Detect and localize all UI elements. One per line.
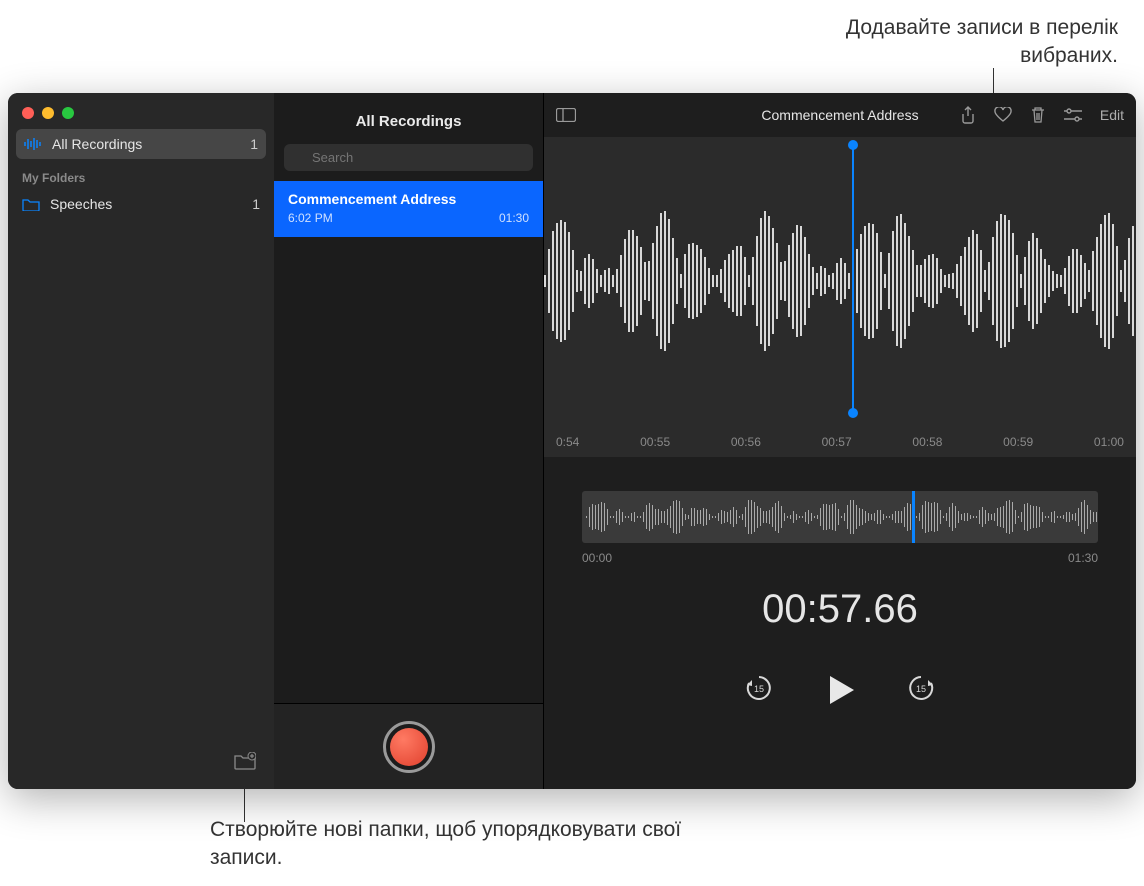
heart-icon <box>994 107 1012 123</box>
skip-forward-button[interactable]: 15 <box>906 673 936 708</box>
delete-button[interactable] <box>1030 106 1046 124</box>
sidebar-item-all-recordings[interactable]: All Recordings 1 <box>16 129 266 159</box>
sidebar-section-header: My Folders <box>8 159 274 189</box>
new-folder-icon <box>234 752 256 770</box>
overview-times: 00:00 01:30 <box>582 551 1098 565</box>
recording-list-column: All Recordings Commencement Address 6:02… <box>274 93 544 789</box>
waveform-icon <box>24 137 42 151</box>
sidebar: All Recordings 1 My Folders Speeches 1 <box>8 93 274 789</box>
toggle-sidebar-button[interactable] <box>556 108 576 122</box>
recording-time: 6:02 PM <box>288 211 333 225</box>
list-header-title: All Recordings <box>274 93 543 144</box>
skip-back-button[interactable]: 15 <box>744 673 774 708</box>
transport-controls: 15 15 <box>544 672 1136 708</box>
overview-start-label: 00:00 <box>582 551 612 565</box>
search-box <box>284 144 533 171</box>
search-input[interactable] <box>284 144 533 171</box>
maximize-window-button[interactable] <box>62 107 74 119</box>
detail-toolbar: Commencement Address Edit <box>544 93 1136 137</box>
svg-text:15: 15 <box>916 684 926 694</box>
current-time-display: 00:57.66 <box>544 587 1136 632</box>
waveform-main[interactable]: 0:54 00:55 00:56 00:57 00:58 00:59 01:00 <box>544 137 1136 457</box>
share-button[interactable] <box>960 106 976 124</box>
callout-new-folder: Створюйте нові папки, щоб упорядковувати… <box>210 816 710 873</box>
ruler-tick: 00:55 <box>640 435 670 449</box>
overview-bars <box>586 497 1094 537</box>
play-button[interactable] <box>822 672 858 708</box>
favorite-button[interactable] <box>994 107 1012 123</box>
sidebar-item-count: 1 <box>250 136 258 152</box>
playhead[interactable] <box>852 145 854 413</box>
close-window-button[interactable] <box>22 107 34 119</box>
record-button[interactable] <box>383 721 435 773</box>
recording-title: Commencement Address <box>288 191 529 207</box>
overview-playhead[interactable] <box>912 491 915 543</box>
detail-column: Commencement Address Edit <box>544 93 1136 789</box>
overview-end-label: 01:30 <box>1068 551 1098 565</box>
svg-text:15: 15 <box>754 684 764 694</box>
sidebar-toggle-icon <box>556 108 576 122</box>
sidebar-item-speeches[interactable]: Speeches 1 <box>8 189 274 219</box>
recording-duration: 01:30 <box>499 211 529 225</box>
play-icon <box>822 672 858 708</box>
record-icon <box>390 728 428 766</box>
detail-title: Commencement Address <box>761 107 918 123</box>
new-folder-button[interactable] <box>234 752 256 775</box>
trash-icon <box>1030 106 1046 124</box>
minimize-window-button[interactable] <box>42 107 54 119</box>
waveform-bars <box>544 165 1136 397</box>
record-footer <box>274 703 543 789</box>
sidebar-item-count: 1 <box>252 196 260 212</box>
skip-back-15-icon: 15 <box>744 673 774 703</box>
ruler-tick: 00:59 <box>1003 435 1033 449</box>
time-ruler: 0:54 00:55 00:56 00:57 00:58 00:59 01:00 <box>544 435 1136 449</box>
playback-settings-button[interactable] <box>1064 108 1082 122</box>
app-window: All Recordings 1 My Folders Speeches 1 A… <box>8 93 1136 789</box>
ruler-tick: 01:00 <box>1094 435 1124 449</box>
sidebar-item-label: All Recordings <box>52 136 142 152</box>
skip-forward-15-icon: 15 <box>906 673 936 703</box>
ruler-tick: 0:54 <box>556 435 579 449</box>
window-controls <box>8 93 274 129</box>
waveform-overview[interactable] <box>582 491 1098 543</box>
folder-icon <box>22 197 40 211</box>
ruler-tick: 00:57 <box>822 435 852 449</box>
sliders-icon <box>1064 108 1082 122</box>
callout-favorites: Додавайте записи в перелік вибраних. <box>758 14 1118 71</box>
ruler-tick: 00:56 <box>731 435 761 449</box>
share-icon <box>960 106 976 124</box>
ruler-tick: 00:58 <box>912 435 942 449</box>
recording-list-item[interactable]: Commencement Address 6:02 PM 01:30 <box>274 181 543 237</box>
edit-button[interactable]: Edit <box>1100 107 1124 123</box>
sidebar-item-label: Speeches <box>50 196 112 212</box>
